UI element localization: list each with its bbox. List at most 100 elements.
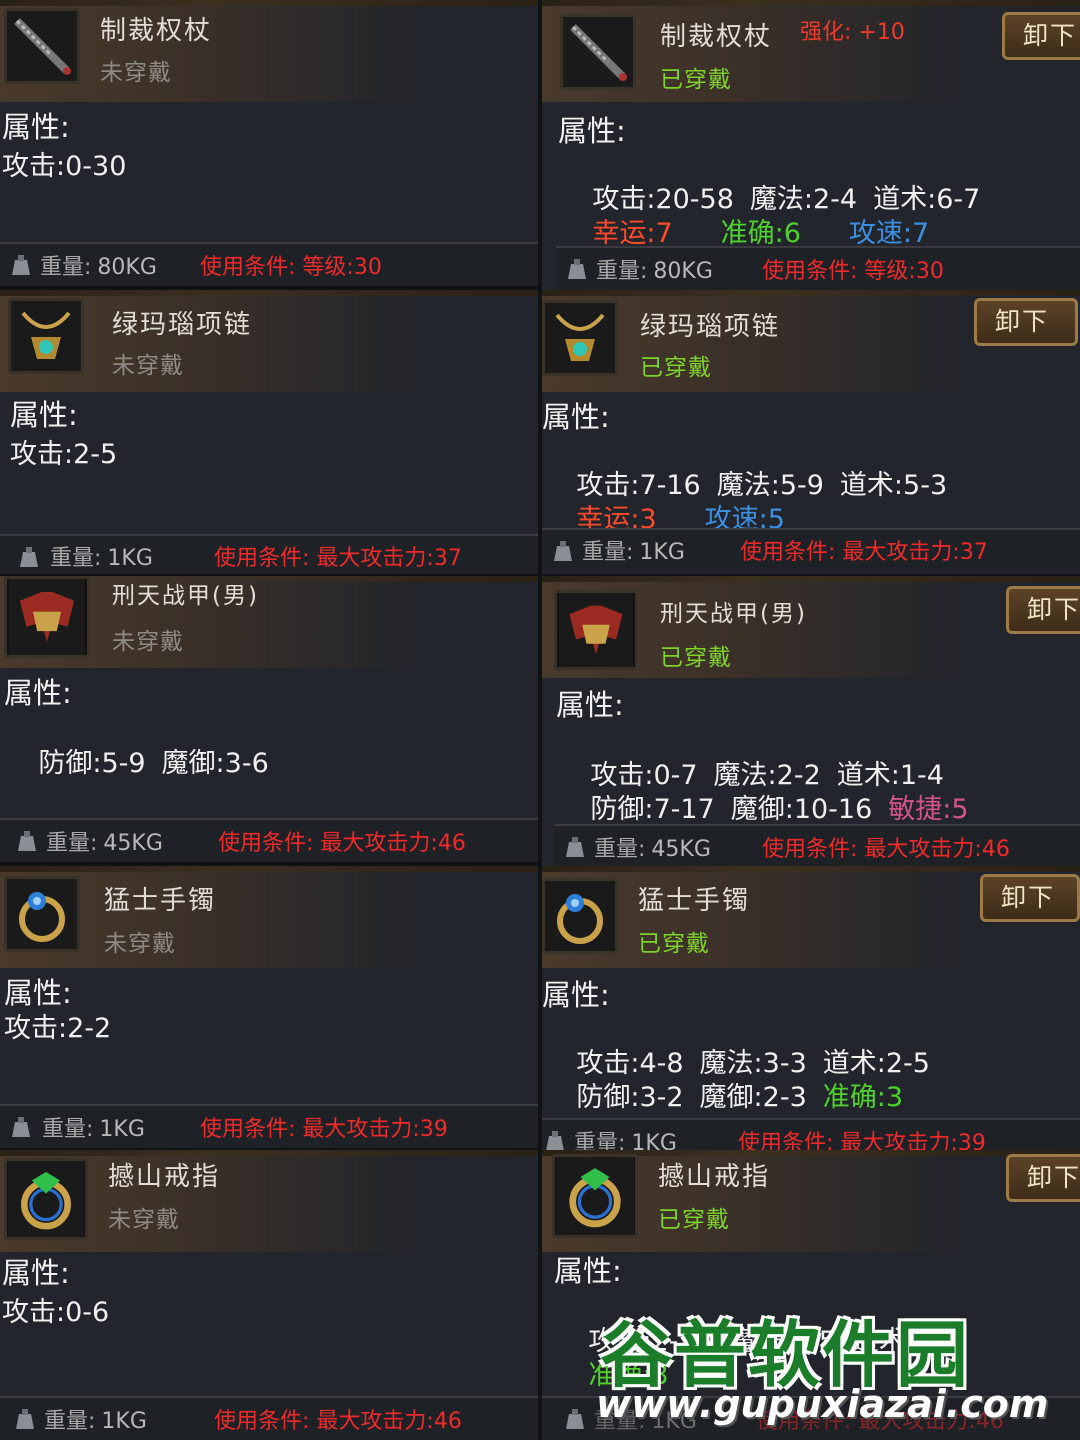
attributes-title: 属性: — [542, 978, 610, 1012]
equip-state: 已穿戴 — [660, 67, 732, 93]
item-name: 撼山戒指 — [108, 1162, 221, 1192]
use-condition: 使用条件: 等级:30 — [762, 259, 944, 284]
item-card-armor-worn: 刑天战甲(男) 已穿戴 卸下 属性: 攻击:0-7 魔法:2-2 道术:1-4 防御… — [542, 576, 1080, 868]
weight-label: 重量: — [44, 1409, 96, 1434]
attr-value: 攻击:2-2 — [4, 1013, 112, 1044]
weight-label: 重量: — [50, 546, 102, 571]
weight-value: 45KG — [651, 837, 711, 862]
staff-icon — [560, 14, 636, 90]
attr-value: 道术:7-2 — [851, 1326, 960, 1357]
bracelet-icon — [542, 878, 618, 954]
weight-text: 重量: 80KG — [40, 249, 157, 281]
unequip-button[interactable]: 卸下 — [1006, 1154, 1080, 1202]
item-footer: 重量: 45KG 使用条件: 最大攻击力:46 — [0, 818, 538, 862]
item-name: 撼山戒指 — [658, 1162, 771, 1192]
weight-label: 重量: — [46, 831, 98, 856]
attr-line: 攻击:2-2 — [4, 1006, 127, 1045]
use-condition: 使用条件: 最大攻击力:46 — [756, 1409, 1004, 1434]
attr-value: 防御:3-2 — [576, 1082, 684, 1113]
item-name: 制裁权杖 — [100, 16, 213, 46]
attributes-title: 属性: — [558, 114, 626, 148]
equip-state: 未穿戴 — [112, 353, 184, 379]
attributes-title: 属性: — [10, 398, 78, 432]
item-footer: 重量: 1KG 使用条件: 最大攻击力:37 — [542, 528, 1080, 568]
ring-icon — [552, 1154, 638, 1238]
weight-value: 1KG — [101, 1409, 147, 1434]
weight-text: 重量: 1KG — [42, 1111, 145, 1143]
enhance-level: 强化: +10 — [800, 20, 905, 45]
use-condition: 使用条件: 最大攻击力:39 — [200, 1117, 448, 1142]
use-condition: 使用条件: 最大攻击力:46 — [762, 837, 1010, 862]
weight-value: 1KG — [99, 1117, 145, 1142]
item-card-bracelet-worn: 猛士手镯 已穿戴 卸下 属性: 攻击:4-8 魔法:3-3 道术:2-5 防御:3-… — [542, 866, 1080, 1156]
equip-state: 已穿戴 — [660, 645, 732, 671]
item-footer: 重量: 45KG 使用条件: 最大攻击力:46 — [554, 824, 1080, 868]
attr-line: 防御:5-9 魔御:3-6 — [4, 710, 285, 811]
use-condition: 使用条件: 最大攻击力:37 — [740, 540, 988, 565]
item-name: 绿玛瑙项链 — [112, 310, 253, 340]
item-card-staff-unworn: 制裁权杖 未穿戴 属性: 攻击:0-30 重量: 80KG 使用条件: 等级:30 — [0, 0, 538, 286]
item-card-armor-unworn: 刑天战甲(男) 未穿戴 属性: 防御:5-9 魔御:3-6 重量: 45KG 使用条… — [0, 576, 538, 862]
weight-bag-icon — [564, 834, 586, 858]
attributes-title: 属性: — [2, 1256, 70, 1290]
unequip-button[interactable]: 卸下 — [1002, 12, 1080, 60]
ring-icon — [4, 1158, 88, 1240]
attr-line: 攻击:0-30 — [2, 144, 142, 183]
item-name: 刑天战甲(男) — [112, 583, 259, 609]
item-footer: 重量: 1KG 使用条件: 最大攻击力:37 — [0, 534, 538, 574]
attr-value: 攻速:7 — [848, 218, 930, 249]
attr-value: 准确:3 — [822, 1082, 904, 1113]
attr-value: 魔御:10-16 — [730, 794, 873, 825]
attr-value: 魔御:3-6 — [161, 748, 269, 779]
weight-text: 重量: 1KG — [582, 534, 685, 566]
bracelet-icon — [4, 876, 80, 952]
unequip-button[interactable]: 卸下 — [980, 874, 1080, 922]
item-name: 猛士手镯 — [104, 886, 217, 916]
weight-bag-icon — [10, 252, 32, 276]
attr-value: 准确:6 — [720, 218, 801, 249]
weight-text: 重量: 80KG — [596, 253, 713, 285]
weight-value: 1KG — [107, 546, 153, 571]
item-card-ring-unworn: 撼山戒指 未穿戴 属性: 攻击:0-6 重量: 1KG 使用条件: 最大攻击力:4… — [0, 1150, 538, 1440]
weight-label: 重量: — [40, 255, 92, 280]
weight-label: 重量: — [596, 259, 648, 284]
unequip-button[interactable]: 卸下 — [1006, 586, 1080, 634]
attr-value: 防御:7-17 — [590, 794, 715, 825]
weight-text: 重量: 1KG — [44, 1403, 147, 1435]
weight-label: 重量: — [582, 540, 634, 565]
weight-text: 重量: 1KG — [594, 1403, 697, 1435]
weight-label: 重量: — [594, 837, 646, 862]
staff-icon — [4, 8, 80, 84]
attr-value: 幸运:7 — [592, 218, 673, 249]
item-footer: 重量: 1KG 使用条件: 最大攻击力:46 — [0, 1396, 538, 1440]
weight-text: 重量: 45KG — [46, 825, 163, 857]
attributes-title: 属性: — [4, 676, 72, 710]
equip-state: 已穿戴 — [640, 355, 712, 381]
attr-value: 敏捷:5 — [888, 794, 969, 825]
attributes-title: 属性: — [556, 688, 624, 722]
unequip-button[interactable]: 卸下 — [974, 298, 1078, 346]
item-name: 制裁权杖 — [660, 22, 773, 52]
item-footer: 重量: 80KG 使用条件: 等级:30 — [0, 242, 538, 286]
necklace-icon — [542, 300, 618, 376]
item-card-necklace-worn: 绿玛瑙项链 已穿戴 卸下 属性: 攻击:7-16 魔法:5-9 道术:5-3 幸运:… — [542, 290, 1080, 574]
weight-bag-icon — [16, 828, 38, 852]
attr-value: 道术:5-3 — [839, 470, 948, 501]
attr-value: 魔御:2-3 — [699, 1082, 807, 1113]
equip-state: 未穿戴 — [100, 60, 172, 86]
weight-value: 1KG — [651, 1409, 697, 1434]
equip-state: 已穿戴 — [638, 931, 710, 957]
attributes-title: 属性: — [2, 110, 70, 144]
attr-value: 准确:3 — [588, 1360, 669, 1391]
weight-bag-icon — [552, 538, 574, 562]
weight-value: 80KG — [97, 255, 157, 280]
equip-state: 已穿戴 — [658, 1207, 730, 1233]
item-card-bracelet-unworn: 猛士手镯 未穿戴 属性: 攻击:2-2 重量: 1KG 使用条件: 最大攻击力:3… — [0, 866, 538, 1148]
item-footer: 重量: 1KG 使用条件: 最大攻击力:39 — [0, 1104, 538, 1148]
attr-value: 魔法:2-5 — [728, 1326, 836, 1357]
use-condition: 使用条件: 最大攻击力:46 — [214, 1409, 462, 1434]
equip-state: 未穿戴 — [104, 931, 176, 957]
weight-bag-icon — [14, 1406, 36, 1430]
weight-bag-icon — [566, 256, 588, 280]
item-name: 绿玛瑙项链 — [640, 312, 781, 342]
